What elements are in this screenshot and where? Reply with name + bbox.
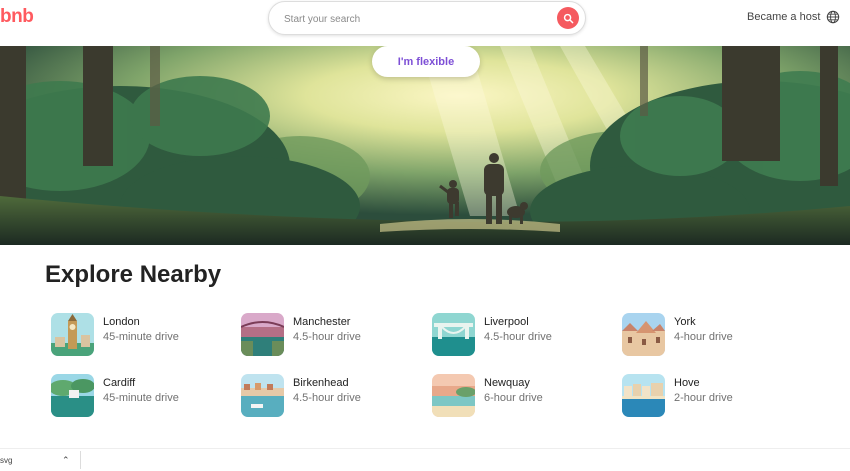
download-bar-divider xyxy=(80,451,81,469)
explore-item-hove[interactable]: Hove 2-hour drive xyxy=(622,374,792,418)
york-thumbnail xyxy=(622,313,665,356)
city-name: York xyxy=(674,316,696,328)
london-thumbnail xyxy=(51,313,94,356)
top-nav: bnb Became a host xyxy=(0,0,850,46)
drive-time: 4.5-hour drive xyxy=(484,331,552,343)
liverpool-thumbnail xyxy=(432,313,475,356)
im-flexible-button[interactable]: I'm flexible xyxy=(372,46,480,77)
hove-thumbnail xyxy=(622,374,665,417)
drive-time: 4.5-hour drive xyxy=(293,331,361,343)
download-item-name[interactable]: svg xyxy=(0,456,12,465)
explore-item-cardiff[interactable]: Cardiff 45-minute drive xyxy=(51,374,221,418)
city-name: London xyxy=(103,316,140,328)
birkenhead-thumbnail xyxy=(241,374,284,417)
newquay-thumbnail xyxy=(432,374,475,417)
explore-item-birkenhead[interactable]: Birkenhead 4.5-hour drive xyxy=(241,374,411,418)
city-name: Newquay xyxy=(484,377,530,389)
drive-time: 4.5-hour drive xyxy=(293,392,361,404)
search-icon xyxy=(563,13,573,23)
logo[interactable]: bnb xyxy=(0,6,34,28)
chevron-up-icon[interactable]: ⌃ xyxy=(62,455,70,466)
drive-time: 45-minute drive xyxy=(103,331,179,343)
city-name: Birkenhead xyxy=(293,377,349,389)
hero-banner: I'm flexible xyxy=(0,46,850,245)
explore-nearby-heading: Explore Nearby xyxy=(45,261,222,288)
explore-item-london[interactable]: London 45-minute drive xyxy=(51,313,221,357)
explore-item-manchester[interactable]: Manchester 4.5-hour drive xyxy=(241,313,411,357)
drive-time: 45-minute drive xyxy=(103,392,179,404)
search-bar[interactable] xyxy=(268,1,586,35)
download-bar: svg ⌃ xyxy=(0,448,850,471)
drive-time: 2-hour drive xyxy=(674,392,733,404)
city-name: Hove xyxy=(674,377,700,389)
city-name: Cardiff xyxy=(103,377,136,389)
search-button[interactable] xyxy=(557,7,579,29)
explore-item-york[interactable]: York 4-hour drive xyxy=(622,313,792,357)
explore-item-newquay[interactable]: Newquay 6-hour drive xyxy=(432,374,602,418)
manchester-thumbnail xyxy=(241,313,284,356)
cardiff-thumbnail xyxy=(51,374,94,417)
city-name: Liverpool xyxy=(484,316,529,328)
globe-icon[interactable] xyxy=(826,10,840,24)
drive-time: 6-hour drive xyxy=(484,392,543,404)
search-input[interactable] xyxy=(282,9,536,29)
become-host-link[interactable]: Became a host xyxy=(747,11,820,23)
drive-time: 4-hour drive xyxy=(674,331,733,343)
explore-item-liverpool[interactable]: Liverpool 4.5-hour drive xyxy=(432,313,602,357)
city-name: Manchester xyxy=(293,316,351,328)
